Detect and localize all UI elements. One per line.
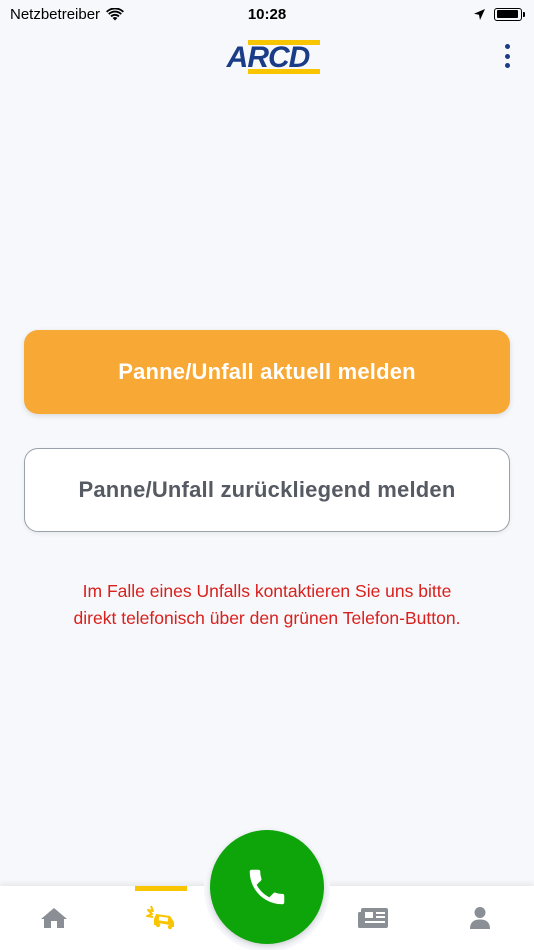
battery-icon [494,7,525,21]
tab-profile[interactable] [440,886,520,950]
accident-notice: Im Falle eines Unfalls kontaktieren Sie … [24,578,510,632]
battery-fill [496,10,519,18]
report-current-button[interactable]: Panne/Unfall aktuell melden [24,330,510,414]
tab-home[interactable] [14,886,94,950]
more-menu-button[interactable] [500,42,514,70]
tab-breakdown[interactable] [121,886,201,950]
phone-icon [249,869,285,905]
carrier-label: Netzbetreiber [10,5,101,23]
status-time: 10:28 [247,5,287,23]
emergency-call-button[interactable] [210,830,324,944]
report-past-button[interactable]: Panne/Unfall zurückliegend melden [24,448,510,532]
notice-line-1: Im Falle eines Unfalls kontaktieren Sie … [82,581,452,601]
more-vertical-icon-dot [504,53,510,59]
location-arrow-icon [474,8,485,20]
more-vertical-icon-dot [504,63,510,68]
notice-line-2: direkt telefonisch über den grünen Telef… [73,608,461,628]
newspaper-icon [358,908,388,928]
app-header: ARCD [0,28,534,84]
logo-text: ARCD [226,41,310,74]
status-right [473,7,525,21]
wifi-icon [106,7,125,20]
home-icon [41,908,67,928]
status-left: Netzbetreiber [10,5,125,23]
report-past-label: Panne/Unfall zurückliegend melden [78,477,456,502]
car-crash-icon [146,905,174,930]
arcd-logo: ARCD [226,40,320,74]
person-icon [470,907,490,929]
report-current-label: Panne/Unfall aktuell melden [118,359,416,384]
status-bar: Netzbetreiber 10:28 [0,0,534,28]
more-vertical-icon-dot [504,44,510,49]
tab-news[interactable] [333,886,413,950]
